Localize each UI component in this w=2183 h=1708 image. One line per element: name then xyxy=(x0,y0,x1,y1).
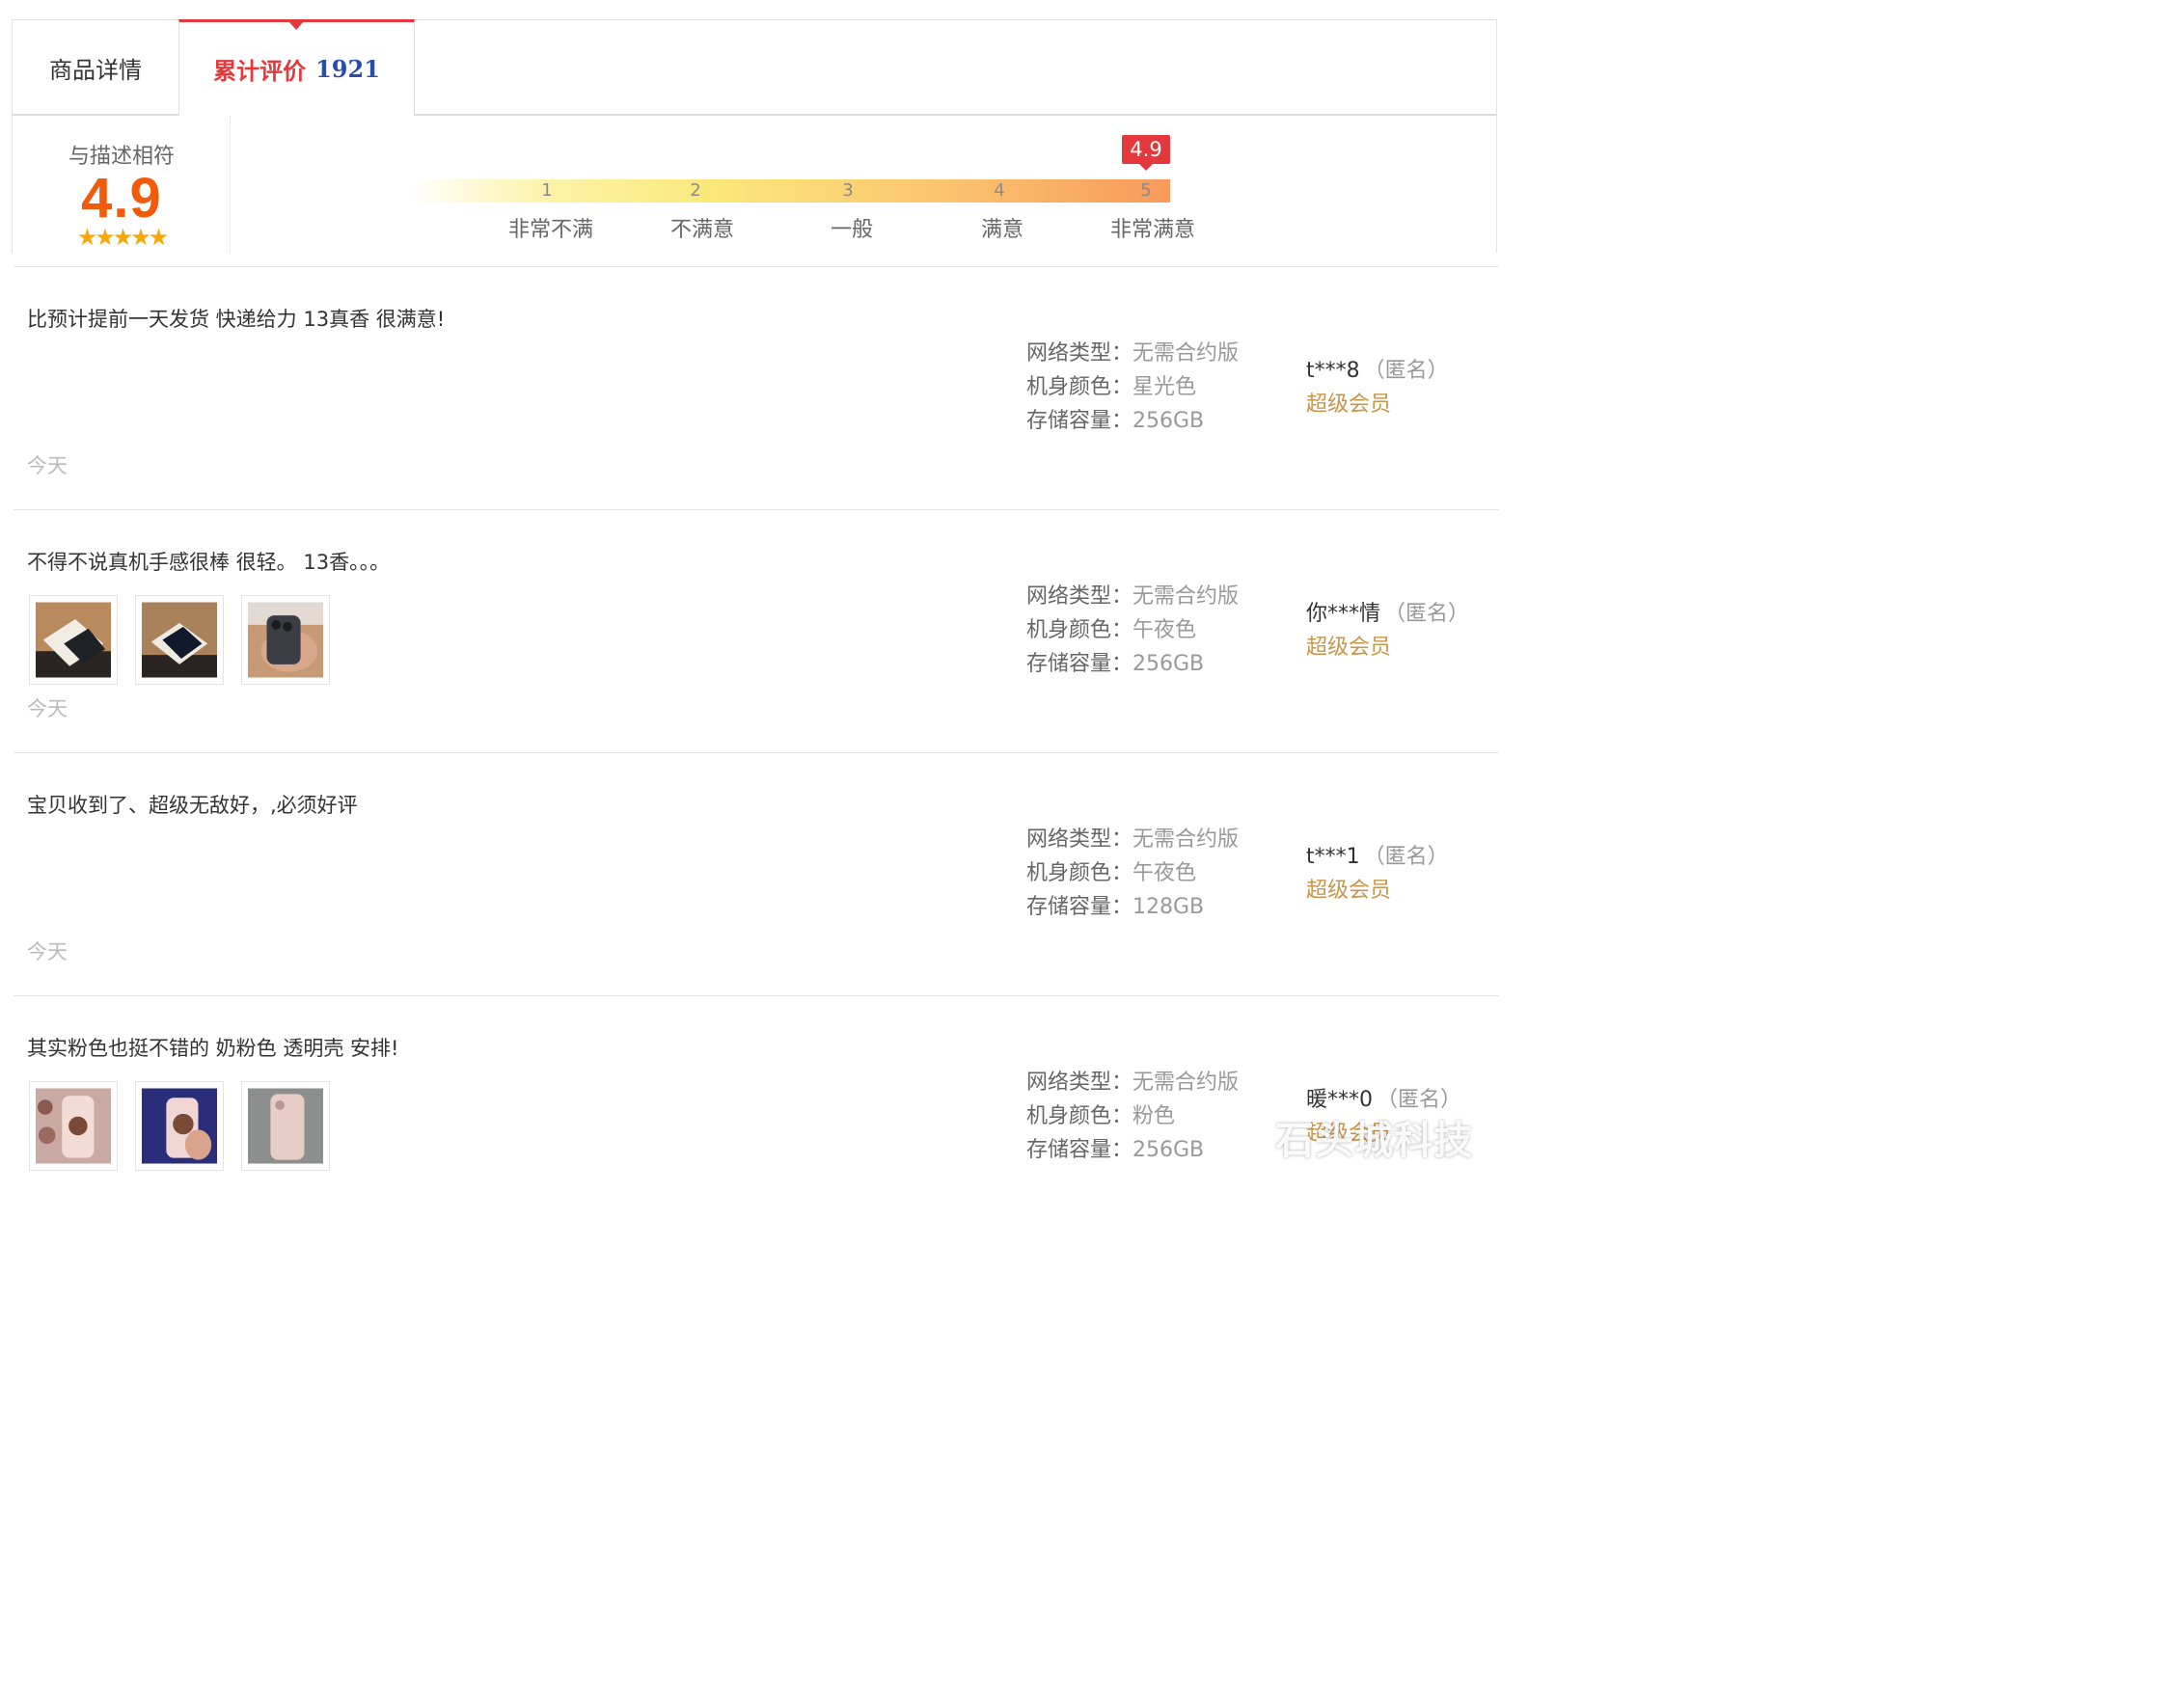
tab-product-details-label: 商品详情 xyxy=(49,56,142,84)
review-specs: 网络类型：无需合约版 机身颜色：粉色 存储容量：256GB xyxy=(1026,1066,1239,1167)
spec-key: 网络类型： xyxy=(1026,1071,1133,1095)
review-photo-thumbnail[interactable] xyxy=(241,595,330,685)
score-value: 4.9 xyxy=(81,167,162,230)
scale-tick-4: 4 xyxy=(994,180,1005,201)
scale-tick-1: 1 xyxy=(541,180,553,201)
review-photo-thumbnail[interactable] xyxy=(241,1081,330,1171)
member-level-link[interactable]: 超级会员 xyxy=(1306,631,1469,664)
pink-phone-photo-icon xyxy=(248,1088,323,1164)
review-item: 比预计提前一天发货 快递给力 13真香 很满意! 网络类型：无需合约版 机身颜色… xyxy=(14,266,1499,509)
pink-phone-photo-icon xyxy=(36,1088,111,1164)
spec-value: 粉色 xyxy=(1132,1104,1176,1128)
spec-value: 128GB xyxy=(1132,895,1205,919)
spec-key: 存储容量： xyxy=(1026,652,1133,676)
review-item: 不得不说真机手感很棒 很轻。 13香。。。 网络类型：无需合约版 机身颜色：午夜… xyxy=(14,509,1499,752)
spec-key: 机身颜色： xyxy=(1026,375,1133,399)
rating-scale-bar xyxy=(408,179,1170,203)
tab-bar: 商品详情 累计评价 1921 xyxy=(12,19,1497,116)
member-level-link[interactable]: 超级会员 xyxy=(1306,874,1449,908)
reviewer-name: t***8 xyxy=(1306,359,1360,383)
spec-key: 存储容量： xyxy=(1026,409,1133,433)
scale-tick-2: 2 xyxy=(690,180,701,201)
review-item: 宝贝收到了、超级无敌好，,必须好评 网络类型：无需合约版 机身颜色：午夜色 存储… xyxy=(14,752,1499,995)
spec-value: 256GB xyxy=(1132,409,1205,433)
review-date: 今天 xyxy=(27,697,68,720)
spec-key: 机身颜色： xyxy=(1026,1104,1133,1128)
reviewer-info: 你***情 （匿名） 超级会员 xyxy=(1306,597,1469,664)
spec-value: 256GB xyxy=(1132,652,1205,676)
review-specs: 网络类型：无需合约版 机身颜色：午夜色 存储容量：256GB xyxy=(1026,580,1239,681)
scale-tick-3: 3 xyxy=(842,180,854,201)
reviewer-info: t***1 （匿名） 超级会员 xyxy=(1306,840,1449,908)
review-photo-thumbnail[interactable] xyxy=(135,595,224,685)
spec-key: 网络类型： xyxy=(1026,584,1133,609)
review-photo-thumbnail[interactable] xyxy=(29,1081,118,1171)
review-date: 今天 xyxy=(27,940,68,963)
spec-value: 午夜色 xyxy=(1132,618,1197,642)
scale-label-3: 一般 xyxy=(830,218,873,242)
scale-tick-5: 5 xyxy=(1140,180,1152,201)
spec-key: 机身颜色： xyxy=(1026,618,1133,642)
pink-phone-photo-icon xyxy=(142,1088,217,1164)
reviewer-name: t***1 xyxy=(1306,845,1360,869)
score-box: 与描述相符 4.9 ★★★★★ xyxy=(13,116,231,253)
star-rating-icon: ★★★★★ xyxy=(76,224,170,251)
scale-label-5: 非常满意 xyxy=(1109,218,1195,242)
review-text: 不得不说真机手感很棒 很轻。 13香。。。 xyxy=(27,551,391,574)
spec-value: 无需合约版 xyxy=(1132,827,1240,852)
tab-reviews-count: 1921 xyxy=(315,55,380,83)
review-specs: 网络类型：无需合约版 机身颜色：星光色 存储容量：256GB xyxy=(1026,337,1239,438)
spec-key: 网络类型： xyxy=(1026,827,1133,852)
spec-key: 机身颜色： xyxy=(1026,861,1133,885)
phone-box-photo-icon xyxy=(142,602,217,678)
review-photo-thumbnail[interactable] xyxy=(135,1081,224,1171)
rating-summary: 与描述相符 4.9 ★★★★★ 4.9 1 2 3 4 5 非常不满 不满意 一… xyxy=(12,116,1497,253)
review-text: 宝贝收到了、超级无敌好，,必须好评 xyxy=(27,794,358,817)
spec-value: 无需合约版 xyxy=(1132,341,1240,366)
spec-value: 星光色 xyxy=(1132,375,1197,399)
reviewer-anonymous: （匿名） xyxy=(1363,359,1449,383)
tab-reviews[interactable]: 累计评价 1921 xyxy=(178,19,415,116)
review-photo-thumbnail[interactable] xyxy=(29,595,118,685)
spec-value: 无需合约版 xyxy=(1132,584,1240,609)
member-level-link[interactable]: 超级会员 xyxy=(1306,388,1449,421)
active-tab-caret-icon xyxy=(288,21,304,30)
review-photos xyxy=(29,595,330,685)
review-text: 其实粉色也挺不错的 奶粉色 透明壳 安排! xyxy=(27,1037,399,1060)
spec-value: 256GB xyxy=(1132,1138,1205,1162)
scale-label-1: 非常不满 xyxy=(507,218,593,242)
review-text: 比预计提前一天发货 快递给力 13真香 很满意! xyxy=(27,308,446,331)
phone-in-hand-photo-icon xyxy=(248,602,323,678)
reviewer-info: t***8 （匿名） 超级会员 xyxy=(1306,354,1449,421)
watermark: 石头城科技 xyxy=(1275,1119,1473,1163)
scale-label-4: 满意 xyxy=(980,218,1023,242)
rating-marker: 4.9 xyxy=(1122,135,1170,171)
spec-key: 存储容量： xyxy=(1026,895,1133,919)
review-specs: 网络类型：无需合约版 机身颜色：午夜色 存储容量：128GB xyxy=(1026,823,1239,924)
tab-product-details[interactable]: 商品详情 xyxy=(13,20,178,115)
spec-value: 无需合约版 xyxy=(1132,1071,1240,1095)
reviewer-name: 你***情 xyxy=(1306,602,1381,626)
spec-key: 网络类型： xyxy=(1026,341,1133,366)
spec-key: 存储容量： xyxy=(1026,1138,1133,1162)
review-photos xyxy=(29,1081,330,1171)
reviewer-anonymous: （匿名） xyxy=(1384,602,1470,626)
tab-reviews-label: 累计评价 xyxy=(213,58,307,85)
phone-box-photo-icon xyxy=(36,602,111,678)
reviewer-anonymous: （匿名） xyxy=(1363,845,1449,869)
review-date: 今天 xyxy=(27,454,68,477)
scale-label-2: 不满意 xyxy=(669,218,734,242)
spec-value: 午夜色 xyxy=(1132,861,1197,885)
